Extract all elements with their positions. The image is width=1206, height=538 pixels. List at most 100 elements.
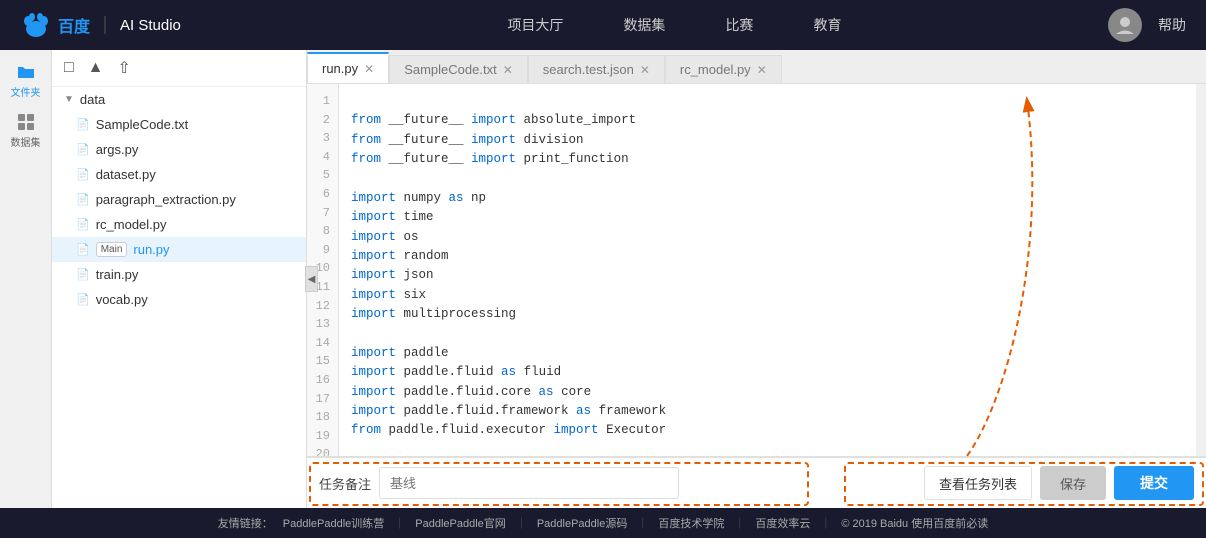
- sidebar-files-label: 文件夹: [11, 84, 41, 99]
- footer-friendship-label: 友情链接：: [218, 515, 273, 531]
- code-line-8: import random: [351, 249, 449, 263]
- code-line-2: from __future__ import division: [351, 133, 584, 147]
- line-num: 14: [315, 334, 330, 353]
- line-num: 18: [315, 408, 330, 427]
- file-icon: 📄: [76, 143, 90, 156]
- tab-samplecode-txt[interactable]: SampleCode.txt ✕: [389, 55, 528, 83]
- tab-rc-model-py[interactable]: rc_model.py ✕: [665, 55, 782, 83]
- line-num: 13: [315, 315, 330, 334]
- baidu-logo-icon: [20, 9, 52, 41]
- code-line-16: import paddle.fluid.framework as framewo…: [351, 404, 666, 418]
- bottom-right: 查看任务列表 保存 提交: [924, 466, 1194, 500]
- list-item[interactable]: 📄 train.py: [52, 262, 306, 287]
- footer-divider: ｜: [516, 515, 527, 531]
- file-icon: 📄: [76, 243, 90, 256]
- logo-baidu-text: 百度: [58, 13, 90, 37]
- editor-area: run.py ✕ SampleCode.txt ✕ search.test.js…: [307, 50, 1206, 508]
- nav-item-education[interactable]: 教育: [813, 15, 841, 35]
- collapse-sidebar-button[interactable]: ◀: [305, 266, 318, 292]
- avatar[interactable]: [1108, 8, 1142, 42]
- footer-divider: ｜: [820, 515, 831, 531]
- close-icon[interactable]: ✕: [757, 63, 767, 77]
- user-avatar-icon: [1114, 14, 1136, 36]
- task-note-label: 任务备注: [319, 474, 371, 493]
- code-line-1: from __future__ import absolute_import: [351, 113, 636, 127]
- file-name: rc_model.py: [96, 217, 167, 232]
- footer-link-baidu-academy[interactable]: 百度技术学院: [658, 515, 724, 531]
- footer-link-paddlepaddle-source[interactable]: PaddlePaddle源码: [537, 515, 628, 531]
- help-link[interactable]: 帮助: [1158, 15, 1186, 35]
- tab-run-py[interactable]: run.py ✕: [307, 52, 389, 83]
- nav-item-competition[interactable]: 比赛: [725, 15, 753, 35]
- header-right: 帮助: [1108, 8, 1186, 42]
- new-file-icon[interactable]: □: [64, 59, 74, 77]
- upload-icon[interactable]: ⇧: [118, 58, 131, 78]
- nav-item-datasets[interactable]: 数据集: [623, 15, 665, 35]
- code-line-17: from paddle.fluid.executor import Execut…: [351, 423, 666, 437]
- file-icon: 📄: [76, 168, 90, 181]
- file-explorer: □ ▲ ⇧ ▼ data 📄 SampleCode.txt 📄 args.py …: [52, 50, 307, 508]
- list-item[interactable]: 📄 args.py: [52, 137, 306, 162]
- close-icon[interactable]: ✕: [503, 63, 513, 77]
- vertical-scrollbar[interactable]: [1196, 84, 1206, 456]
- code-line-10: import six: [351, 288, 426, 302]
- tab-label: run.py: [322, 61, 358, 76]
- folder-item-data[interactable]: ▼ data: [52, 87, 306, 112]
- list-item-active[interactable]: 📄 Main run.py: [52, 237, 306, 262]
- list-item[interactable]: 📄 vocab.py: [52, 287, 306, 312]
- footer-copyright: © 2019 Baidu 使用百度前必读: [841, 515, 988, 531]
- line-num: 20: [315, 445, 330, 456]
- folder-icon: [16, 62, 36, 82]
- folder-section: ▼ data 📄 SampleCode.txt 📄 args.py 📄 data…: [52, 87, 306, 312]
- code-line-11: import multiprocessing: [351, 307, 516, 321]
- file-name-active: run.py: [133, 242, 169, 257]
- header: 百度 ｜ AI Studio 项目大厅 数据集 比赛 教育 帮助: [0, 0, 1206, 50]
- folder-data-label: data: [80, 92, 105, 107]
- main-area: 文件夹 数据集 □ ▲ ⇧ ▼ data 📄 SampleCod: [0, 50, 1206, 508]
- code-line-7: import os: [351, 230, 419, 244]
- chevron-down-icon: ▼: [64, 94, 74, 105]
- list-item[interactable]: 📄 paragraph_extraction.py: [52, 187, 306, 212]
- list-item[interactable]: 📄 rc_model.py: [52, 212, 306, 237]
- baseline-input[interactable]: [379, 467, 679, 499]
- tab-bar: run.py ✕ SampleCode.txt ✕ search.test.js…: [307, 50, 1206, 84]
- footer-link-paddlepaddle-camp[interactable]: PaddlePaddle训练营: [283, 515, 385, 531]
- list-item[interactable]: 📄 SampleCode.txt: [52, 112, 306, 137]
- line-num: 16: [315, 371, 330, 390]
- grid-icon: [16, 112, 36, 132]
- tab-label: search.test.json: [543, 62, 634, 77]
- footer-link-paddlepaddle-official[interactable]: PaddlePaddle官网: [415, 515, 506, 531]
- nav-item-projects[interactable]: 项目大厅: [507, 15, 563, 35]
- file-name: args.py: [96, 142, 139, 157]
- tab-label: rc_model.py: [680, 62, 751, 77]
- logo-area: 百度 ｜ AI Studio: [20, 9, 181, 41]
- footer-divider: ｜: [734, 515, 745, 531]
- line-num: 19: [315, 427, 330, 446]
- sidebar-item-files[interactable]: 文件夹: [4, 58, 48, 102]
- submit-button[interactable]: 提交: [1114, 466, 1194, 500]
- new-folder-icon[interactable]: ▲: [88, 59, 104, 77]
- line-num: 17: [315, 390, 330, 409]
- file-name: SampleCode.txt: [96, 117, 189, 132]
- file-toolbar: □ ▲ ⇧: [52, 50, 306, 87]
- code-editor[interactable]: 1 2 3 4 5 6 7 8 9 10 11 12 13 14 15 16 1…: [307, 84, 1206, 456]
- save-button[interactable]: 保存: [1040, 466, 1106, 500]
- bottom-panel: 任务备注 查看任务列表 保存 提交: [307, 456, 1206, 508]
- list-item[interactable]: 📄 dataset.py: [52, 162, 306, 187]
- logo-separator: ｜: [96, 12, 114, 38]
- sidebar-item-dataset[interactable]: 数据集: [4, 108, 48, 152]
- footer-link-baidu-efficiency[interactable]: 百度效率云: [755, 515, 810, 531]
- view-tasks-button[interactable]: 查看任务列表: [924, 466, 1032, 500]
- code-line-13: import paddle: [351, 346, 449, 360]
- line-num: 6: [315, 185, 330, 204]
- close-icon[interactable]: ✕: [640, 63, 650, 77]
- tab-search-test-json[interactable]: search.test.json ✕: [528, 55, 665, 83]
- code-line-3: from __future__ import print_function: [351, 152, 629, 166]
- main-badge: Main: [96, 242, 128, 257]
- file-icon: 📄: [76, 218, 90, 231]
- close-icon[interactable]: ✕: [364, 62, 374, 76]
- file-icon: 📄: [76, 193, 90, 206]
- sidebar: 文件夹 数据集: [0, 50, 52, 508]
- code-line-15: import paddle.fluid.core as core: [351, 385, 591, 399]
- file-icon: 📄: [76, 293, 90, 306]
